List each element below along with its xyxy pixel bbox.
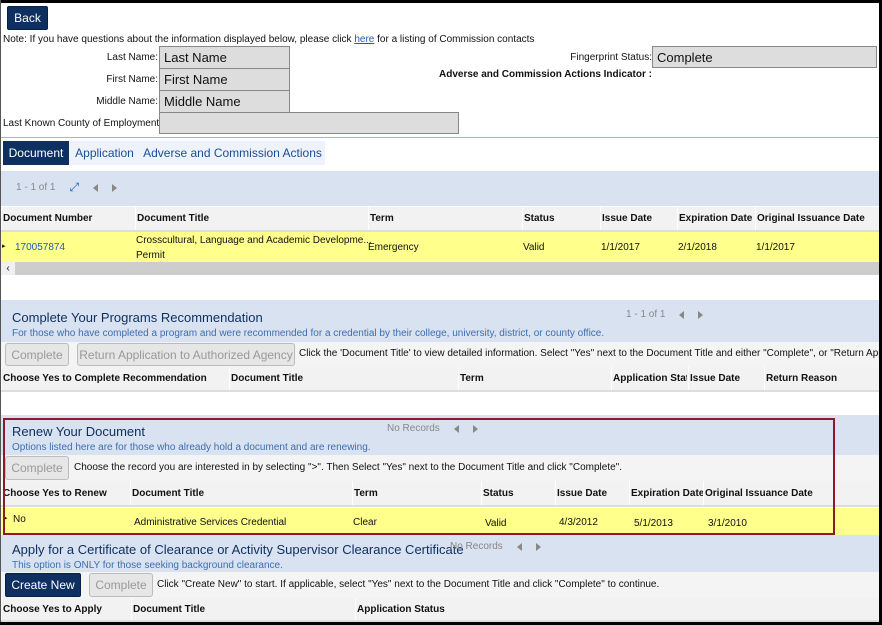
complete-button[interactable]: Complete <box>89 573 153 597</box>
expiration-date: 2/1/2018 <box>678 242 717 253</box>
first-name-label: First Name: <box>106 74 158 85</box>
scroll-left-icon[interactable]: ‹ <box>1 262 15 275</box>
programs-toolbar: Complete Return Application to Authorize… <box>1 342 882 367</box>
window-frame-left <box>0 0 1 625</box>
col-document-title[interactable]: Document Title <box>229 367 303 390</box>
horizontal-scrollbar[interactable]: ‹ <box>1 262 879 275</box>
col-term[interactable]: Term <box>368 207 394 230</box>
expand-row-icon[interactable]: ▸ <box>2 242 6 250</box>
clearance-table-header: Choose Yes to Apply Document Title Appli… <box>1 598 879 622</box>
last-name-field[interactable]: Last Name <box>159 46 290 69</box>
documents-pager-count: 1 - 1 of 1 <box>16 182 56 193</box>
fingerprint-status-field[interactable]: Complete <box>652 46 877 68</box>
original-issuance-date: 1/1/2017 <box>756 242 795 253</box>
term: Emergency <box>368 242 419 253</box>
col-application-status[interactable]: Application Status <box>355 598 445 620</box>
fingerprint-label: Fingerprint Status: <box>570 52 652 63</box>
create-new-button[interactable]: Create New <box>5 573 81 597</box>
note-text: Note: If you have questions about the in… <box>3 34 355 45</box>
return-application-button[interactable]: Return Application to Authorized Agency <box>77 343 295 366</box>
col-choose-yes[interactable]: Choose Yes to Apply <box>1 598 102 620</box>
programs-table-header: Choose Yes to Complete Recommendation Do… <box>1 367 879 392</box>
tab-application[interactable]: Application <box>69 141 140 165</box>
tab-document[interactable]: Document <box>3 141 69 165</box>
documents-table-header: Document Number Document Title Term Stat… <box>1 207 879 232</box>
table-row[interactable]: ▸ 170057874 Crosscultural, Language and … <box>1 232 879 262</box>
col-document-title[interactable]: Document Title <box>131 598 205 620</box>
col-return-reason[interactable]: Return Reason <box>764 367 837 390</box>
document-title[interactable]: Crosscultural, Language and Academic Dev… <box>136 235 372 246</box>
programs-pager-count: 1 - 1 of 1 <box>626 309 666 320</box>
programs-title: Complete Your Programs Recommendation <box>12 310 263 325</box>
col-expiration-date[interactable]: Expiration Date <box>677 207 752 230</box>
programs-subtitle: For those who have completed a program a… <box>12 328 605 339</box>
next-page-icon[interactable] <box>698 310 704 319</box>
programs-instructions: Click the 'Document Title' to view detai… <box>299 348 882 359</box>
col-status[interactable]: Status <box>522 207 555 230</box>
clearance-toolbar: Create New Complete Click "Create New" t… <box>1 572 879 598</box>
note-text-end: for a listing of Commission contacts <box>374 34 535 45</box>
next-page-icon[interactable] <box>535 542 541 551</box>
middle-name-label: Middle Name: <box>96 96 158 107</box>
programs-section-header: Complete Your Programs Recommendation Fo… <box>1 300 879 342</box>
back-button[interactable]: Back <box>7 6 48 30</box>
next-page-icon[interactable] <box>112 183 118 192</box>
county-label: Last Known County of Employment: <box>3 118 162 129</box>
first-name-field[interactable]: First Name <box>159 68 290 91</box>
clearance-instructions: Click "Create New" to start. If applicab… <box>157 579 660 590</box>
tab-adverse-actions[interactable]: Adverse and Commission Actions <box>140 141 325 165</box>
prev-page-icon[interactable] <box>679 310 685 319</box>
expand-icon[interactable]: ⤢ <box>69 180 79 195</box>
window-frame <box>0 0 882 3</box>
col-document-title[interactable]: Document Title <box>135 207 209 230</box>
issue-date: 1/1/2017 <box>601 242 640 253</box>
adverse-indicator-label: Adverse and Commission Actions Indicator… <box>438 69 652 80</box>
renew-highlight-box <box>3 418 835 535</box>
col-issue-date[interactable]: Issue Date <box>688 367 740 390</box>
col-application-status[interactable]: Application Statu <box>611 367 687 390</box>
document-title-line2: Permit <box>136 250 165 261</box>
contacts-link[interactable]: here <box>354 34 374 45</box>
prev-page-icon[interactable] <box>93 183 99 192</box>
complete-button[interactable]: Complete <box>5 343 69 366</box>
col-issue-date[interactable]: Issue Date <box>600 207 652 230</box>
note: Note: If you have questions about the in… <box>3 34 534 45</box>
document-number-link[interactable]: 170057874 <box>15 242 65 253</box>
divider <box>0 137 879 138</box>
col-choose-yes[interactable]: Choose Yes to Complete Recommendation <box>1 367 207 390</box>
col-document-number[interactable]: Document Number <box>1 207 92 230</box>
middle-name-field[interactable]: Middle Name <box>159 90 290 113</box>
last-name-label: Last Name: <box>106 52 158 63</box>
status: Valid <box>523 242 545 253</box>
clearance-subtitle: This option is ONLY for those seeking ba… <box>12 560 283 571</box>
prev-page-icon[interactable] <box>516 542 522 551</box>
col-term[interactable]: Term <box>458 367 484 390</box>
clearance-section-header: Apply for a Certificate of Clearance or … <box>1 535 879 572</box>
clearance-pager-count: No Records <box>450 541 503 552</box>
documents-pager-bar: 1 - 1 of 1 ⤢ <box>1 171 879 206</box>
clearance-title: Apply for a Certificate of Clearance or … <box>12 542 464 557</box>
county-field[interactable] <box>159 112 459 134</box>
col-original-issuance-date[interactable]: Original Issuance Date <box>755 207 865 230</box>
